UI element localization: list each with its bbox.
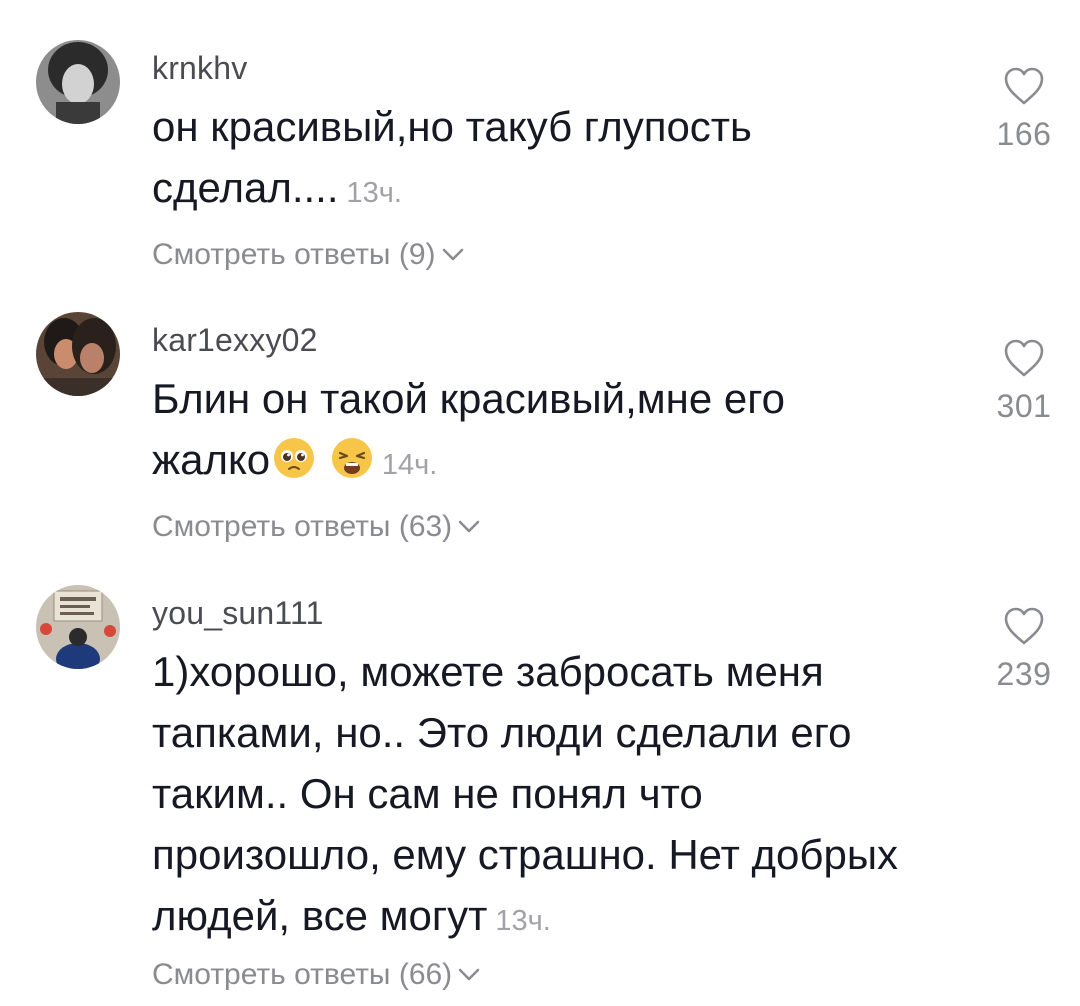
avatar[interactable] xyxy=(36,585,120,669)
like-button[interactable]: 166 xyxy=(984,66,1064,153)
comment-time: 14ч. xyxy=(381,449,438,481)
view-replies-label: Смотреть ответы (66) xyxy=(152,958,453,991)
like-count: 239 xyxy=(996,656,1052,692)
comment-text: 1)хорошо, можете забросать меня тапками,… xyxy=(152,641,952,952)
weary-face-icon xyxy=(330,435,374,496)
chevron-down-icon xyxy=(458,968,480,982)
comment-body: он красивый,но такуб глупость сделал.... xyxy=(152,103,752,211)
heart-icon[interactable] xyxy=(984,606,1064,646)
comment-body: Блин он такой красивый,мне его жалко xyxy=(152,375,785,483)
chevron-down-icon xyxy=(458,520,480,534)
view-replies-label: Смотреть ответы (9) xyxy=(152,238,436,271)
view-replies-button[interactable]: Смотреть ответы (66) xyxy=(152,958,480,992)
comment-body: 1)хорошо, можете забросать меня тапками,… xyxy=(152,648,899,939)
comment-time: 13ч. xyxy=(495,905,551,937)
avatar[interactable] xyxy=(36,40,120,124)
like-count: 301 xyxy=(996,388,1052,424)
view-replies-button[interactable]: Смотреть ответы (63) xyxy=(152,510,480,544)
comment-username[interactable]: you_sun111 xyxy=(152,595,324,632)
view-replies-label: Смотреть ответы (63) xyxy=(152,510,453,543)
like-button[interactable]: 239 xyxy=(984,606,1064,693)
chevron-down-icon xyxy=(442,248,464,262)
pleading-face-icon xyxy=(272,435,316,496)
heart-icon[interactable] xyxy=(984,338,1064,378)
comment-text: он красивый,но такуб глупость сделал....… xyxy=(152,96,952,224)
comment-username[interactable]: kar1exxy02 xyxy=(152,322,318,359)
like-button[interactable]: 301 xyxy=(984,338,1064,425)
heart-icon[interactable] xyxy=(984,66,1064,106)
comment-username[interactable]: krnkhv xyxy=(152,50,247,87)
view-replies-button[interactable]: Смотреть ответы (9) xyxy=(152,238,464,272)
comment-time: 13ч. xyxy=(346,177,402,209)
like-count: 166 xyxy=(996,116,1052,152)
avatar[interactable] xyxy=(36,312,120,396)
comment-text: Блин он такой красивый,мне его жалко 14ч… xyxy=(152,368,952,496)
